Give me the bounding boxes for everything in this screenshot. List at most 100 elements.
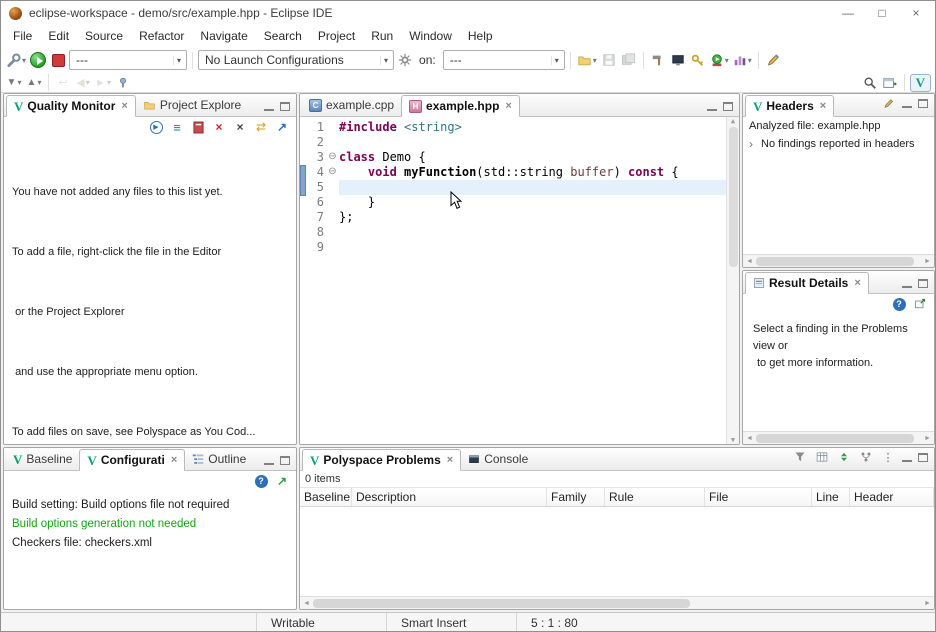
tab-baseline[interactable]: V Baseline xyxy=(6,448,79,470)
remove-all-button[interactable]: × xyxy=(211,119,227,135)
code-text[interactable]: } xyxy=(339,195,726,210)
run-button[interactable] xyxy=(29,50,47,70)
open-console-button[interactable] xyxy=(669,50,687,70)
column-description[interactable]: Description xyxy=(352,488,547,506)
scrollbar-thumb[interactable] xyxy=(756,257,914,266)
findings-tree-item[interactable]: › No findings reported in headers xyxy=(743,134,934,153)
code-line-9[interactable]: 9 xyxy=(300,240,739,255)
tab-example-cpp[interactable]: C example.cpp xyxy=(302,94,401,116)
code-text[interactable]: }; xyxy=(339,210,726,225)
launch-target-combo[interactable]: --- ▾ xyxy=(443,50,565,70)
profile-button[interactable]: ▾ xyxy=(732,50,753,70)
column-baseline[interactable]: Baseline xyxy=(300,488,352,506)
open-perspective-button[interactable] xyxy=(881,73,899,93)
launch-settings-button[interactable] xyxy=(396,50,414,70)
previous-annotation-button[interactable]: ▲ ▾ xyxy=(25,73,43,93)
last-edit-location-button[interactable]: ↩ xyxy=(54,73,72,93)
code-editor[interactable]: 1#include <string>23⊖class Demo {4⊖ void… xyxy=(300,117,739,444)
maximize-view-button[interactable] xyxy=(918,453,928,462)
next-annotation-button[interactable]: ▼ ▾ xyxy=(5,73,23,93)
code-line-6[interactable]: 6 } xyxy=(300,195,739,210)
tab-configuration[interactable]: V Configurati × xyxy=(79,449,185,471)
tab-polyspace-problems[interactable]: V Polyspace Problems × xyxy=(302,449,461,471)
code-text[interactable]: void myFunction(std::string buffer) cons… xyxy=(339,165,726,180)
run-last-tool-button[interactable]: ▾ xyxy=(709,50,730,70)
tab-result-details[interactable]: Result Details × xyxy=(745,272,869,294)
menu-help[interactable]: Help xyxy=(460,26,501,46)
column-rule[interactable]: Rule xyxy=(605,488,705,506)
show-list-button[interactable]: ≡ xyxy=(169,119,185,135)
minimize-button[interactable]: — xyxy=(831,2,865,24)
close-icon[interactable]: × xyxy=(121,100,127,112)
menu-window[interactable]: Window xyxy=(401,26,460,46)
scroll-left-icon[interactable]: ◄ xyxy=(300,600,313,607)
code-line-1[interactable]: 1#include <string> xyxy=(300,120,739,135)
expand-collapse-button[interactable] xyxy=(836,449,852,465)
run-analysis-button[interactable]: ▶ xyxy=(148,119,164,135)
export-config-button[interactable]: ↗ xyxy=(274,473,290,489)
tab-quality-monitor[interactable]: V Quality Monitor × xyxy=(6,95,136,117)
minimize-view-button[interactable] xyxy=(264,102,274,111)
code-text[interactable] xyxy=(339,180,726,195)
minimize-view-button[interactable] xyxy=(902,453,912,462)
column-family[interactable]: Family xyxy=(547,488,605,506)
code-line-3[interactable]: 3⊖class Demo { xyxy=(300,150,739,165)
maximize-button[interactable]: □ xyxy=(865,2,899,24)
export-button[interactable]: ↗ xyxy=(274,119,290,135)
code-text[interactable]: class Demo { xyxy=(339,150,726,165)
remove-file-button[interactable] xyxy=(190,119,206,135)
back-button[interactable]: ◀ ▾ xyxy=(74,73,92,93)
build-all-button[interactable] xyxy=(649,50,667,70)
scroll-right-icon[interactable]: ► xyxy=(921,600,934,607)
tab-console[interactable]: Console xyxy=(461,448,535,470)
column-header[interactable]: Header xyxy=(850,488,934,506)
minimize-view-button[interactable] xyxy=(707,102,717,111)
headers-horizontal-scrollbar[interactable]: ◄ ► xyxy=(743,254,934,267)
scrollbar-thumb[interactable] xyxy=(756,434,914,443)
maximize-view-button[interactable] xyxy=(723,102,733,111)
tab-project-explorer[interactable]: Project Explore xyxy=(136,94,248,116)
launch-config-combo[interactable]: No Launch Configurations ▾ xyxy=(198,50,394,70)
minimize-view-button[interactable] xyxy=(902,99,912,108)
close-button[interactable]: × xyxy=(899,2,933,24)
scroll-right-icon[interactable]: ► xyxy=(921,258,934,265)
maximize-view-button[interactable] xyxy=(918,99,928,108)
column-line[interactable]: Line xyxy=(812,488,850,506)
close-icon[interactable]: × xyxy=(820,100,826,112)
maximize-view-button[interactable] xyxy=(918,279,928,288)
save-all-button[interactable] xyxy=(620,50,638,70)
code-line-7[interactable]: 7}; xyxy=(300,210,739,225)
code-text[interactable] xyxy=(339,240,726,255)
fold-collapse-icon[interactable]: ⊖ xyxy=(326,150,339,165)
open-in-window-button[interactable] xyxy=(912,296,928,312)
forward-button[interactable]: ► ▾ xyxy=(94,73,112,93)
menu-project[interactable]: Project xyxy=(310,26,363,46)
scroll-left-icon[interactable]: ◄ xyxy=(743,258,756,265)
minimize-view-button[interactable] xyxy=(902,279,912,288)
help-button[interactable]: ? xyxy=(253,473,269,489)
close-icon[interactable]: × xyxy=(447,454,453,466)
polyspace-configure-button[interactable]: ▾ xyxy=(5,50,27,70)
code-line-5[interactable]: 5 xyxy=(300,180,739,195)
chevron-right-icon[interactable]: › xyxy=(749,137,757,151)
pin-editor-button[interactable] xyxy=(114,73,132,93)
scrollbar-thumb[interactable] xyxy=(313,599,690,608)
help-button[interactable]: ? xyxy=(891,296,907,312)
scroll-left-icon[interactable]: ◄ xyxy=(743,435,756,442)
result-details-horizontal-scrollbar[interactable]: ◄ ► xyxy=(743,431,934,444)
code-text[interactable] xyxy=(339,225,726,240)
tab-headers[interactable]: V Headers × xyxy=(745,95,834,117)
close-icon[interactable]: × xyxy=(854,277,860,289)
scroll-down-icon[interactable]: ▼ xyxy=(731,436,735,444)
menu-search[interactable]: Search xyxy=(256,26,310,46)
edit-button[interactable] xyxy=(880,95,896,111)
configure-columns-button[interactable] xyxy=(814,449,830,465)
maximize-view-button[interactable] xyxy=(280,456,290,465)
new-wizard-button[interactable]: ▾ xyxy=(576,50,598,70)
refresh-button[interactable]: ⇄ xyxy=(253,119,269,135)
code-text[interactable]: #include <string> xyxy=(339,120,726,135)
scroll-up-icon[interactable]: ▲ xyxy=(731,117,735,125)
tab-example-hpp[interactable]: H example.hpp × xyxy=(401,95,520,117)
clear-results-button[interactable]: × xyxy=(232,119,248,135)
build-mode-combo[interactable]: --- ▾ xyxy=(69,50,187,70)
